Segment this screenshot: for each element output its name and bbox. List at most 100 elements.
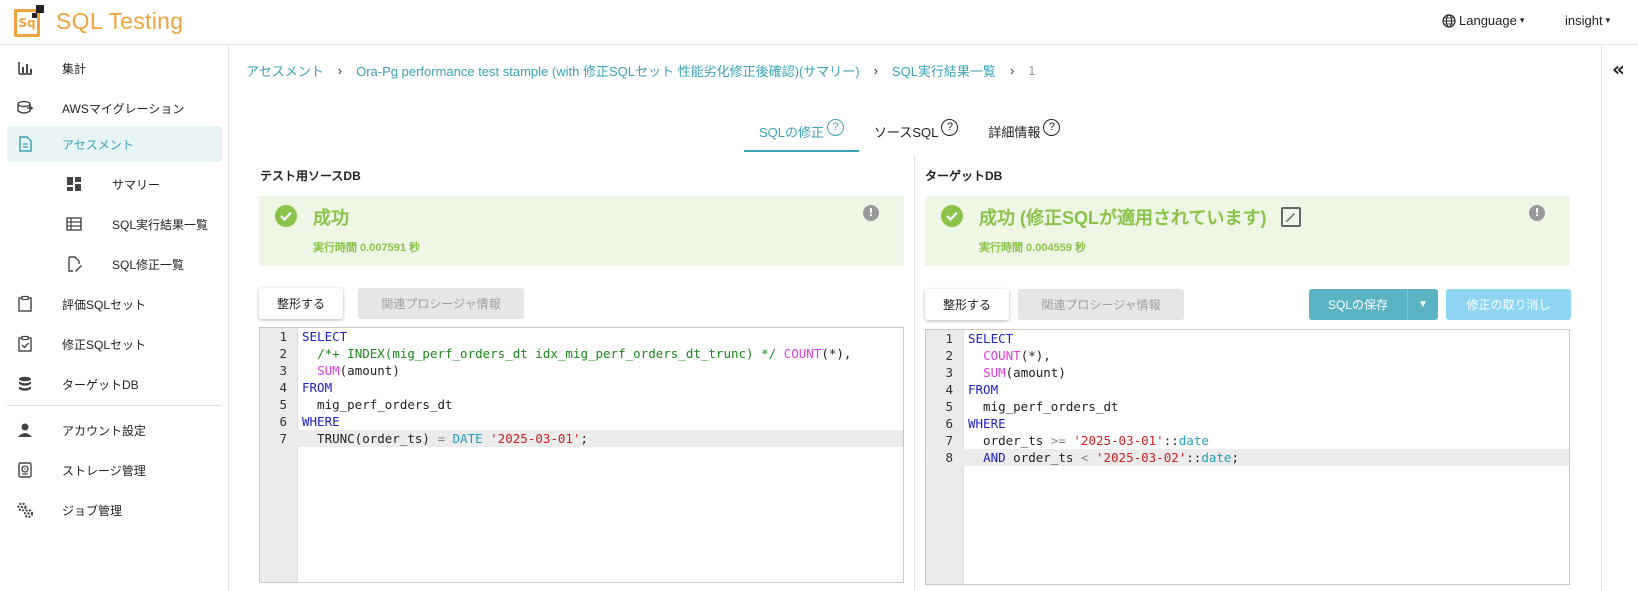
user-menu[interactable]: insight ▾ [1565,13,1610,28]
sidebar-item-aws-migration[interactable]: AWSマイグレーション [7,90,222,126]
target-exec-time: 実行時間 0.004559 秒 [979,242,1086,254]
save-sql-button[interactable]: SQLの保存 [1309,289,1407,320]
help-icon[interactable]: ? [1043,119,1061,136]
sidebar-item-label: 修正SQLセット [62,337,147,352]
code-line: 6 WHERE [945,416,1006,431]
source-format-button[interactable]: 整形する [259,288,343,319]
code-line: 4 FROM [279,380,333,395]
tab-details[interactable]: 詳細情報 ? [973,116,1075,152]
code-line: 6 WHERE [279,414,340,429]
breadcrumb: アセスメント › Ora-Pg performance test stample… [246,61,1036,80]
code-line: 1 SELECT [279,329,348,344]
app-title: SQL Testing [56,8,184,34]
target-status-box: 成功 (修正SQLが適用されています) 実行時間 0.004559 秒 ! [925,196,1570,266]
tab-sql-fix[interactable]: SQLの修正 ? [744,116,860,152]
save-sql-dropdown[interactable]: ▼ [1407,289,1438,320]
sidebar-item-label: 集計 [62,61,87,76]
target-procedure-info-button[interactable]: 関連プロシージャ情報 [1018,289,1184,320]
code-line: 2 /*+ INDEX(mig_perf_orders_dt idx_mig_p… [279,346,852,361]
sidebar-item-assessment[interactable]: アセスメント [7,126,222,162]
help-icon[interactable]: ? [941,119,959,136]
sidebar-item-target-db[interactable]: ターゲットDB [7,366,222,402]
sidebar-item-sql-fixes[interactable]: SQL修正一覧 [7,246,222,282]
tab-source-sql[interactable]: ソースSQL ? [859,116,973,152]
clipboard-check-icon [18,335,32,352]
info-icon[interactable]: ! [1529,205,1545,221]
sidebar-item-label: ジョブ管理 [62,503,123,518]
chevron-right-icon: › [873,63,878,78]
code-line: 4 FROM [945,382,999,397]
breadcrumb-assessment[interactable]: アセスメント [246,61,324,80]
sidebar-divider [7,405,222,406]
document-icon [19,136,32,152]
info-icon[interactable]: ! [863,205,879,221]
app-logo[interactable]: Sq [14,5,44,37]
source-sql-editor[interactable]: 1 SELECT 2 /*+ INDEX(mig_perf_orders_dt i… [259,327,904,583]
source-procedure-info-button[interactable]: 関連プロシージャ情報 [358,288,524,319]
breadcrumb-assessment-summary[interactable]: Ora-Pg performance test stample (with 修正… [356,61,859,80]
sidebar-item-label: アカウント設定 [62,423,147,438]
sidebar-item-job-management[interactable]: ジョブ管理 [7,492,222,528]
breadcrumb-current: 1 [1028,63,1036,78]
sidebar-item-label: ターゲットDB [62,377,139,392]
edit-document-icon [68,256,82,272]
target-status-title: 成功 (修正SQLが適用されています) [979,204,1302,230]
sidebar-item-label: アセスメント [62,137,134,152]
edit-icon[interactable] [1281,207,1302,227]
right-rail: « [1601,45,1638,591]
sidebar-item-label: SQL実行結果一覧 [112,217,209,232]
gears-icon [17,502,33,518]
dashboard-icon [67,177,81,191]
source-status-box: 成功 実行時間 0.007591 秒 ! [259,196,904,266]
sidebar-item-summary[interactable]: サマリー [7,166,222,202]
user-label: insight [1565,13,1603,28]
code-line: 3 SUM(amount) [279,363,400,378]
tab-label: SQLの修正 [759,125,825,140]
sidebar-item-label: AWSマイグレーション [62,101,185,116]
target-format-button[interactable]: 整形する [925,289,1009,320]
sidebar-item-fix-sql-set[interactable]: 修正SQLセット [7,326,222,362]
bar-chart-icon [18,62,32,75]
code-line: 1 SELECT [945,331,1014,346]
sidebar-item-sql-results[interactable]: SQL実行結果一覧 [7,206,222,242]
sidebar-item-eval-sql-set[interactable]: 評価SQLセット [7,286,222,322]
detail-tabs: SQLの修正 ? ソースSQL ? 詳細情報 ? [744,116,1075,152]
target-sql-editor[interactable]: 1 SELECT 2 COUNT(*), 3 SUM(amount) 4 FROM … [925,329,1570,585]
sidebar-item-label: サマリー [112,177,161,192]
chevron-down-icon: ▾ [1605,15,1611,25]
sidebar-item-label: ストレージ管理 [62,463,146,478]
code-line: 2 COUNT(*), [945,348,1051,363]
chevron-down-icon: ▾ [1519,15,1525,25]
sidebar-item-label: 評価SQLセット [62,297,147,312]
source-status-title: 成功 [313,208,349,228]
target-status-text: 成功 (修正SQLが適用されています) [979,208,1267,228]
target-panel-title: ターゲットDB [925,169,1003,183]
tab-label: ソースSQL [874,125,939,140]
language-menu[interactable]: Language ▾ [1442,13,1524,28]
collapse-panel-icon[interactable]: « [1612,57,1625,81]
help-icon[interactable]: ? [827,119,845,136]
source-exec-time: 実行時間 0.007591 秒 [313,242,420,254]
database-migrate-icon [17,100,34,114]
check-circle-icon [275,205,297,227]
app-header: Sq SQL Testing Language ▾ insight ▾ [0,0,1638,45]
sidebar-item-account-settings[interactable]: アカウント設定 [7,412,222,448]
tab-label: 詳細情報 [988,125,1041,140]
person-icon [18,423,32,437]
language-label: Language [1459,13,1517,28]
sidebar-item-storage[interactable]: ストレージ管理 [7,452,222,488]
cancel-fix-button[interactable]: 修正の取り消し [1446,289,1571,320]
list-icon [66,217,82,231]
sidebar-item-label: SQL修正一覧 [112,257,185,272]
panel-divider [914,155,915,591]
storage-icon [18,462,32,478]
sidebar-item-summary-stats[interactable]: 集計 [7,50,222,86]
code-line: 7 TRUNC(order_ts) = DATE '2025-03-01'; [260,430,903,447]
logo-pixel [36,5,44,13]
chevron-right-icon: › [337,63,343,78]
globe-icon [1442,13,1456,28]
code-line: 5 mig_perf_orders_dt [945,399,1119,414]
source-panel-title: テスト用ソースDB [260,169,361,183]
breadcrumb-sql-results[interactable]: SQL実行結果一覧 [892,61,996,80]
code-line: 7 order_ts >= '2025-03-01'::date [945,433,1209,448]
